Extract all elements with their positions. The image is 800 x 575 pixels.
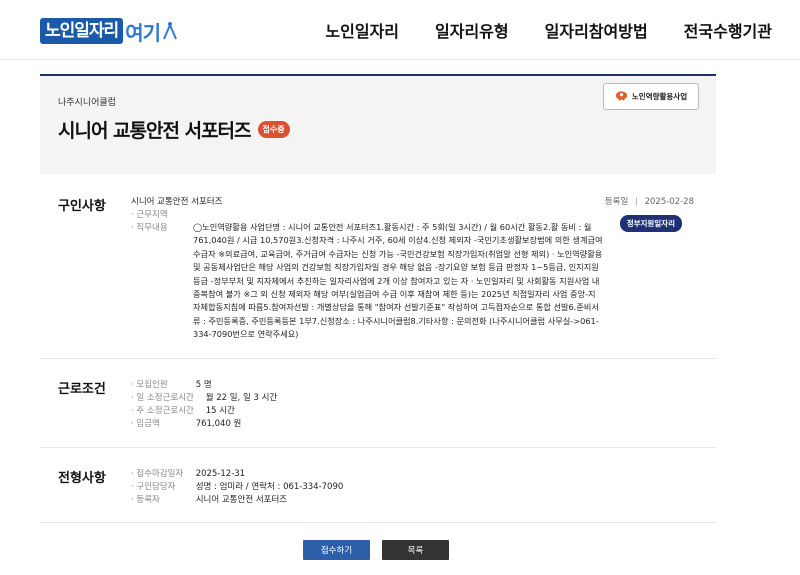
row-daily-hours: · 일 소정근로시간 월 22 일, 일 3 시간 [131,391,277,403]
recruit-section-title: 구인사항 [58,199,106,214]
org-name: 나주시니어클럽 [58,98,116,108]
conditions-section: 근로조건 · 모집인원 5 명 · 일 소정근로시간 월 22 일, 일 3 시… [40,359,716,448]
site-header: 노인일자리 여기 노인일자리 일자리유형 일자리참여방법 전국수행기관 [0,0,800,60]
main-nav: 노인일자리 일자리유형 일자리참여방법 전국수행기관 [289,0,800,60]
page-title: 시니어 교통안전 서포터즈 접수중 [58,116,290,143]
logo-main-text: 노인일자리 [40,18,124,44]
row-deadline: · 접수마감일자 2025-12-31 [131,467,245,479]
row-headcount: · 모집인원 5 명 [131,378,212,390]
duty-description: ◯노인역량활용 사업단명 : 시니어 교통안전 서포터즈1.활동시간 : 주 5… [193,222,603,340]
row-value: 월 22 일, 일 3 시간 [205,393,278,403]
job-title-panel: 나주시니어클럽 시니어 교통안전 서포터즈 접수중 노인역량활용사업 [40,74,716,174]
apply-button[interactable]: 접수하기 [303,540,370,560]
logo-mark-icon [163,22,177,40]
program-type-label: 노인역량활용사업 [631,92,688,101]
nav-senior-jobs[interactable]: 노인일자리 [325,18,399,42]
row-value: 15 시간 [205,406,235,416]
row-registrant: · 등록자 시니어 교통안전 서포터즈 [131,493,287,505]
row-contact: · 구인담당자 성명 : 엄미라 / 연락처 : 061-334-7090 [131,480,343,492]
nav-job-types[interactable]: 일자리유형 [435,18,509,42]
row-label: · 등록자 [131,495,160,505]
gov-support-badge: 정부지원일자리 [619,215,682,232]
conditions-section-title: 근로조건 [58,382,106,397]
row-value: 시니어 교통안전 서포터즈 [195,495,288,505]
recruit-section: 구인사항 시니어 교통안전 서포터즈 · 근무지역 · 직무내용 ◯노인역량활용… [40,184,716,359]
row-label: · 모집인원 [131,380,168,390]
reg-label: 등록일 [604,197,629,207]
logo-tail-text: 여기 [125,20,161,45]
row-value: 5 명 [195,380,212,390]
selection-section: 전형사항 · 접수마감일자 2025-12-31 · 구인담당자 성명 : 엄미… [40,448,716,523]
registration-date: 등록일 | 2025-02-28 [605,195,694,207]
selection-section-title: 전형사항 [58,471,106,486]
row-weekly-hours: · 주 소정근로시간 15 시간 [131,404,235,416]
row-label: · 주 소정근로시간 [131,406,194,416]
row-work-area: · 근무지역 [131,208,196,220]
row-label: · 접수마감일자 [131,469,184,479]
cloud-people-icon [615,91,627,101]
program-type-badge: 노인역량활용사업 [603,83,699,110]
row-label: · 구인담당자 [131,482,176,492]
row-duty: · 직무내용 [131,221,193,233]
row-value: 성명 : 엄미라 / 연락처 : 061-334-7090 [195,482,344,492]
status-badge: 접수중 [257,121,290,138]
row-wage: · 임금액 761,040 원 [131,417,241,429]
row-label: · 임금액 [131,419,160,429]
row-value: 2025-12-31 [195,469,246,479]
nav-how-to-join[interactable]: 일자리참여방법 [545,18,648,42]
site-logo[interactable]: 노인일자리 여기 [40,17,178,45]
row-value: 761,040 원 [195,419,242,429]
row-label: · 근무지역 [131,210,168,220]
reg-date-value: 2025-02-28 [644,197,694,207]
list-button[interactable]: 목록 [382,540,449,560]
row-label: · 일 소정근로시간 [131,393,194,403]
recruit-title: 시니어 교통안전 서포터즈 [131,197,223,207]
job-title-text: 시니어 교통안전 서포터즈 [58,120,252,142]
nav-agencies[interactable]: 전국수행기관 [684,18,772,42]
row-label: · 직무내용 [131,223,168,233]
reg-separator: | [635,197,638,207]
